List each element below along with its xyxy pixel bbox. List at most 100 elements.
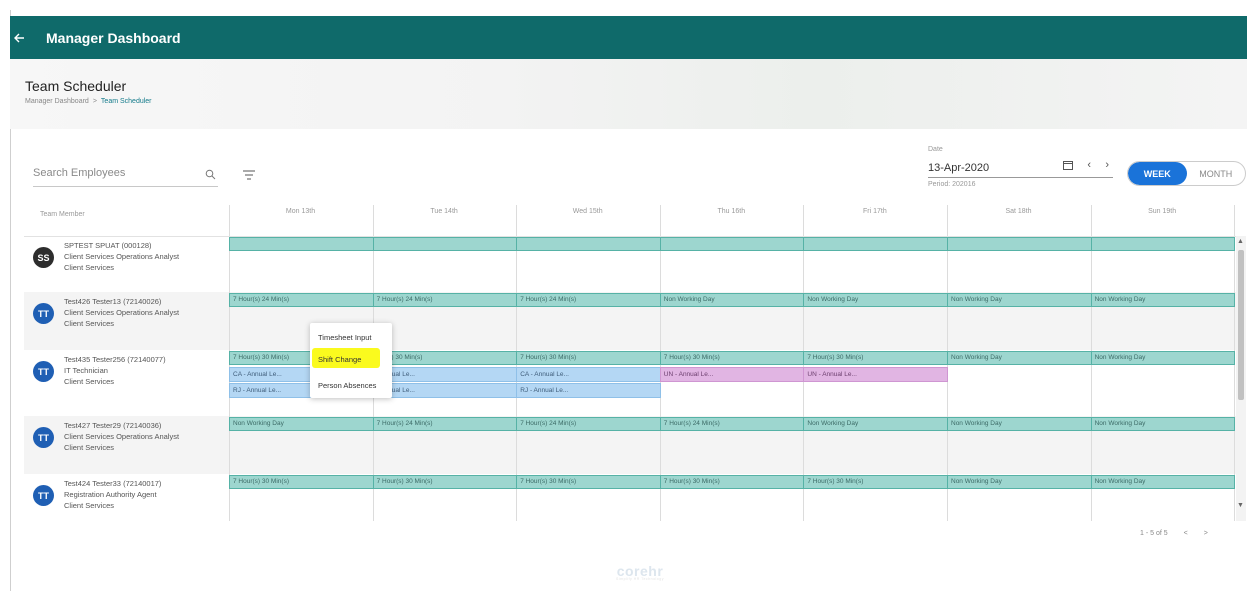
absence-cell[interactable]: UN - Annual Le... (803, 367, 948, 382)
date-value[interactable]: 13-Apr-2020 (928, 162, 989, 174)
team-member-row[interactable]: TT Test424 Tester33 (72140017) Registratio… (33, 475, 223, 535)
shift-cell[interactable]: 7 Hour(s) 30 Min(s) (516, 351, 661, 365)
shift-cell[interactable]: 7 Hour(s) 24 Min(s) (372, 293, 518, 307)
member-info: Test435 Tester256 (72140077) IT Technicia… (64, 354, 166, 411)
member-role: Client Services Operations Analyst (64, 432, 180, 441)
shift-cell[interactable]: Non Working Day (947, 475, 1092, 489)
member-role: IT Technician (64, 366, 108, 375)
shift-cell[interactable]: 7 Hour(s) 30 Min(s) (516, 475, 661, 489)
search-field (33, 163, 218, 187)
menu-item-timesheet-input[interactable]: Timesheet Input (318, 333, 372, 342)
shift-cell[interactable]: 7 Hour(s) 30 Min(s) (803, 475, 948, 489)
previous-week-icon[interactable]: ‹ (1087, 159, 1091, 171)
shift-cell[interactable]: 7 Hour(s) 30 Min(s) (229, 475, 374, 489)
vertical-scrollbar[interactable]: ▲ ▼ (1236, 236, 1246, 521)
shift-cell[interactable]: 7 Hour(s) 24 Min(s) (516, 293, 661, 307)
shift-cell[interactable]: 7 Hour(s) 30 Min(s) (659, 475, 805, 489)
absence-cell[interactable]: CA - Annual Le... (516, 367, 661, 382)
shift-cell[interactable]: Non Working Day (947, 293, 1092, 307)
team-member-header: Team Member (40, 211, 85, 218)
pagination-range: 1 - 5 of 5 (1140, 530, 1168, 537)
pagination: 1 - 5 of 5 < > (1140, 530, 1208, 537)
shift-cell[interactable]: Non Working Day (229, 417, 374, 431)
avatar: SS (33, 247, 54, 268)
absence-cell[interactable]: - Annual Le... (372, 383, 518, 398)
team-member-row[interactable]: SS SPTEST SPUAT (000128) Client Services O… (33, 237, 223, 297)
shift-cell[interactable] (1090, 237, 1236, 251)
week-view-button[interactable]: WEEK (1128, 162, 1187, 185)
shift-cell[interactable]: Non Working Day (947, 351, 1092, 365)
member-name: SPTEST SPUAT (000128) (64, 241, 152, 250)
member-dept: Client Services (64, 263, 115, 272)
date-field[interactable]: 13-Apr-2020 ‹ › (928, 158, 1113, 178)
member-dept: Client Services (64, 443, 115, 452)
day-header-5: Sat 18th (1005, 208, 1032, 215)
shift-cell[interactable] (659, 237, 805, 251)
menu-item-shift-change[interactable]: Shift Change (318, 355, 361, 364)
shift-cell[interactable] (516, 237, 661, 251)
month-view-button[interactable]: MONTH (1187, 162, 1246, 185)
member-name: Test424 Tester33 (72140017) (64, 479, 162, 488)
member-name: Test427 Tester29 (72140036) (64, 421, 162, 430)
shift-cell[interactable]: 7 Hour(s) 24 Min(s) (229, 293, 374, 307)
absence-cell[interactable]: RJ - Annual Le... (516, 383, 661, 398)
next-week-icon[interactable]: › (1105, 159, 1109, 171)
shift-cell[interactable] (803, 237, 948, 251)
shift-cell[interactable]: Non Working Day (659, 293, 805, 307)
member-name: Test426 Tester13 (72140026) (64, 297, 162, 306)
page-header: Team Scheduler Manager Dashboard > Team … (10, 59, 1247, 129)
member-dept: Client Services (64, 377, 115, 386)
day-header-1: Tue 14th (430, 208, 458, 215)
shift-cell[interactable]: Non Working Day (1090, 475, 1236, 489)
shift-cell[interactable]: Non Working Day (1090, 293, 1236, 307)
shift-cell[interactable]: Non Working Day (803, 417, 948, 431)
shift-cell[interactable] (372, 237, 518, 251)
page-title: Team Scheduler (25, 78, 127, 94)
search-input[interactable] (33, 163, 193, 183)
pagination-next-icon[interactable]: > (1204, 530, 1208, 537)
shift-cell[interactable]: Non Working Day (947, 417, 1092, 431)
search-icon[interactable] (205, 167, 216, 185)
shift-cell[interactable]: Non Working Day (803, 293, 948, 307)
shift-cell[interactable] (947, 237, 1092, 251)
calendar-icon[interactable] (1063, 160, 1073, 173)
day-header-4: Fri 17th (863, 208, 887, 215)
shift-cell[interactable]: 7 Hour(s) 30 Min(s) (372, 475, 518, 489)
shift-cell[interactable] (229, 237, 374, 251)
member-info: SPTEST SPUAT (000128) Client Services Ope… (64, 240, 179, 297)
scrollbar-thumb[interactable] (1238, 250, 1244, 400)
day-header-2: Wed 15th (572, 208, 603, 215)
shift-cell[interactable]: our(s) 30 Min(s) (372, 351, 518, 365)
scroll-down-icon[interactable]: ▼ (1237, 502, 1244, 509)
app-bar: Manager Dashboard (10, 16, 1247, 59)
shift-cell[interactable]: Non Working Day (1090, 351, 1236, 365)
menu-item-person-absences[interactable]: Person Absences (318, 381, 376, 390)
avatar: TT (33, 427, 54, 448)
filter-icon[interactable] (243, 167, 255, 185)
breadcrumb-item-current: Team Scheduler (100, 98, 152, 105)
shift-cell[interactable]: 7 Hour(s) 24 Min(s) (516, 417, 661, 431)
back-arrow-icon[interactable] (8, 27, 30, 49)
shift-cell[interactable]: 7 Hour(s) 24 Min(s) (659, 417, 805, 431)
breadcrumb-item-dashboard[interactable]: Manager Dashboard (25, 98, 89, 105)
shift-cell[interactable]: 7 Hour(s) 30 Min(s) (803, 351, 948, 365)
absence-cell[interactable]: - Annual Le... (372, 367, 518, 382)
scroll-up-icon[interactable]: ▲ (1237, 238, 1244, 245)
member-name: Test435 Tester256 (72140077) (64, 355, 166, 364)
shift-cell[interactable]: 7 Hour(s) 24 Min(s) (372, 417, 518, 431)
shift-cell[interactable]: Non Working Day (1090, 417, 1236, 431)
brand-tagline: Simplify HR Technology (616, 577, 664, 581)
shift-cell[interactable]: 7 Hour(s) 30 Min(s) (659, 351, 805, 365)
team-member-row[interactable]: TT Test427 Tester29 (72140036) Client Serv… (33, 417, 223, 477)
member-role: Client Services Operations Analyst (64, 308, 180, 317)
team-member-row[interactable]: TT Test426 Tester13 (72140026) Client Serv… (33, 293, 223, 353)
pagination-prev-icon[interactable]: < (1184, 530, 1188, 537)
day-header-3: Thu 16th (717, 208, 746, 215)
day-header-0: Mon 13th (285, 208, 316, 215)
date-picker: Date 13-Apr-2020 ‹ › Period: 202016 (928, 146, 1113, 188)
context-menu: Timesheet Input Shift Change Person Abse… (310, 323, 392, 398)
corehr-logo: corehr Simplify HR Technology (600, 563, 680, 581)
team-member-row[interactable]: TT Test435 Tester256 (72140077) IT Technic… (33, 351, 223, 411)
member-dept: Client Services (64, 319, 115, 328)
absence-cell[interactable]: UN - Annual Le... (659, 367, 805, 382)
